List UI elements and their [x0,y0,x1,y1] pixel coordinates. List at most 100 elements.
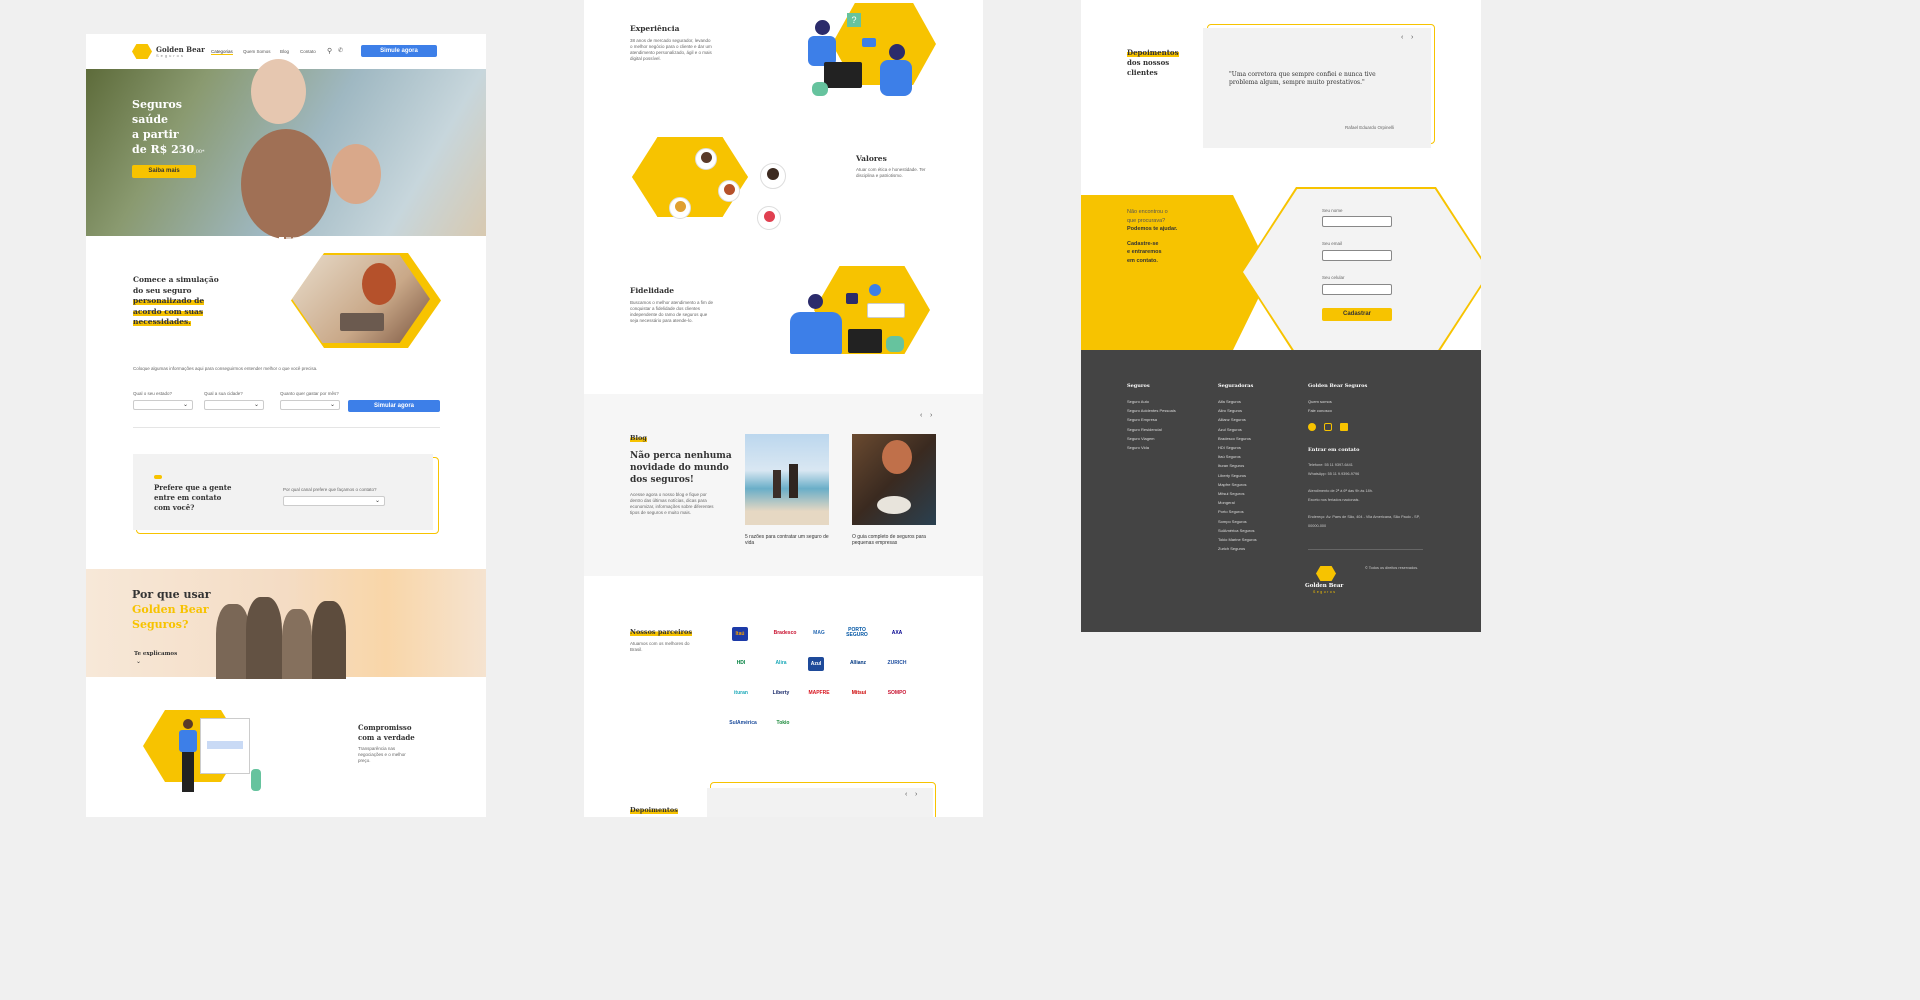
footer-link[interactable]: Alfa Seguros [1218,397,1257,406]
footer-link[interactable]: Mapfre Seguros [1218,480,1257,489]
footer-link[interactable]: Quem somos [1308,397,1332,406]
contact-channel-label: Por qual canal prefere que façamos o con… [283,487,377,492]
simular-agora-button[interactable]: Simular agora [348,400,440,412]
search-icon[interactable]: ⚲ [327,47,332,55]
photo-woman-hair [362,263,396,305]
footer-link[interactable]: Bradesco Seguros [1218,434,1257,443]
signup-text: Não encontrou o que procurava? Podemos t… [1127,208,1177,265]
hero-photo-baby [251,59,306,124]
carousel-next-icon[interactable]: › [930,412,932,419]
hero-line-1: Seguros [132,98,182,111]
email-label: Seu email [1322,241,1343,246]
carousel-next-icon[interactable]: › [1411,34,1413,41]
hero-price-suffix: ,00* [194,149,205,155]
blog-post-image-1[interactable] [745,434,829,525]
chevron-down-icon: ⌄ [253,402,259,408]
simule-agora-button[interactable]: Simule agora [361,45,437,57]
footer-link[interactable]: Allianz Seguros [1218,415,1257,424]
cp-line-1: Prefere que a gente [154,483,232,492]
signup-line-4: Cadastre-se [1127,240,1159,247]
footer-link[interactable]: Ituran Seguros [1218,461,1257,470]
logo-icon[interactable] [132,44,152,59]
footer-link[interactable]: SulAmérica Seguros [1218,526,1257,535]
city-select[interactable]: ⌄ [204,400,264,410]
footer-link[interactable]: Seguro Acidentes Pessoais [1127,406,1176,415]
chat-bubble-icon [862,38,876,47]
blog-post-title-1[interactable]: 5 razões para contratar um seguro de vid… [745,534,829,546]
carousel-prev-icon[interactable]: ‹ [905,791,907,798]
footer-link[interactable]: Seguro Empresa [1127,415,1176,424]
man-face [882,440,912,474]
plant-icon [886,336,904,352]
commitment-title-1: Compromisso [358,723,412,732]
avatar-woman-2 [669,197,691,219]
why-line-2: Golden Bear [132,603,209,616]
partner-logo-bradesco: Bradesco [773,629,797,636]
blog-line-1: Não perca nenhuma [630,451,732,461]
footer-link[interactable]: Liberty Seguros [1218,471,1257,480]
carousel-next-icon[interactable]: › [915,791,917,798]
footer-brand-name: Golden Bear [1305,583,1344,589]
footer-link[interactable]: Aliro Seguros [1218,406,1257,415]
chevron-down-icon[interactable]: ⌄ [136,658,141,665]
carousel-prev-icon[interactable]: ‹ [920,412,922,419]
nav-quem-somos[interactable]: Quem Somos [243,49,271,54]
sim-line-2: do seu seguro [133,285,192,295]
contact-address: Endereço: Av. Paes de São, 404 - Vila Am… [1308,515,1420,528]
contact-pref-title: Prefere que a gente entre em contato com… [154,483,231,513]
footer-link[interactable]: Mongeral [1218,498,1257,507]
footer-link[interactable]: HDI Seguros [1218,443,1257,452]
footer-link[interactable]: Azul Seguros [1218,425,1257,434]
email-input[interactable] [1322,250,1392,261]
whatsapp-icon[interactable]: ✆ [338,47,343,54]
contact-info: Telefone: 55 11 9397-6441 WhatsApp: 55 1… [1308,461,1428,531]
commitment-text: Transparência nas negociações e o melhor… [358,746,406,763]
cadastrar-button[interactable]: Cadastrar [1322,308,1392,321]
nav-categorias[interactable]: Categorias [211,49,233,55]
footer-link[interactable]: Porto Seguros [1218,507,1257,516]
linkedin-icon[interactable] [1340,423,1348,431]
footer-link[interactable]: Itaú Seguros [1218,452,1257,461]
chevron-down-icon: ⌄ [329,402,335,408]
footer-link[interactable]: Seguro Vida [1127,443,1176,452]
facebook-icon[interactable] [1308,423,1316,431]
carousel-dots[interactable] [279,226,299,239]
partner-logo-ituran: ituran [734,689,748,696]
commitment-title-2: com a verdade [358,733,415,742]
blog-post-title-2[interactable]: O guia completo de seguros para pequenas… [852,534,936,546]
footer-link[interactable]: Seguro Residencial [1127,425,1176,434]
sim-line-1: Comece a simulação [133,275,219,284]
footer-logo-icon [1316,566,1336,581]
signup-line-3: Podemos te ajudar. [1127,226,1178,232]
footer-col3-title: Golden Bear Seguros [1308,383,1368,389]
state-select[interactable]: ⌄ [133,400,193,410]
testimonials-line-2: dos nossos [1127,58,1170,67]
avatar-man-1 [695,148,717,170]
figure-1 [773,470,781,498]
name-input[interactable] [1322,216,1392,227]
phone-input[interactable] [1322,284,1392,295]
footer-col1-title: Seguros [1127,383,1150,389]
contact-whatsapp: WhatsApp: 55 11 9.9396-9796 [1308,472,1360,476]
carousel-prev-icon[interactable]: ‹ [1401,34,1403,41]
blog-post-image-2[interactable] [852,434,936,525]
footer-link[interactable]: Tokio Marine Seguros [1218,535,1257,544]
hero-line-3: a partir [132,128,179,141]
contact-channel-select[interactable]: ⌄ [283,496,385,506]
price-select[interactable]: ⌄ [280,400,340,410]
avatar-man-2 [760,163,786,189]
partner-logo-allianz: Allianz [849,659,867,666]
instagram-icon[interactable] [1324,423,1332,431]
footer-link[interactable]: Sompo Seguros [1218,517,1257,526]
te-explicamos-link[interactable]: Te explicamos [134,651,177,657]
footer-link[interactable]: Fale conosco [1308,406,1332,415]
footer-link[interactable]: Seguro Viagem [1127,434,1176,443]
avatar-woman-1 [718,180,740,202]
testimonial-card: ‹ › [707,788,933,817]
nav-blog[interactable]: Blog [280,49,289,54]
footer-link[interactable]: Mitsui Seguros [1218,489,1257,498]
footer-link[interactable]: Seguro Auto [1127,397,1176,406]
footer-link[interactable]: Zurich Seguros [1218,544,1257,553]
saiba-mais-button[interactable]: Saiba mais [132,165,196,178]
nav-contato[interactable]: Contato [300,49,316,54]
